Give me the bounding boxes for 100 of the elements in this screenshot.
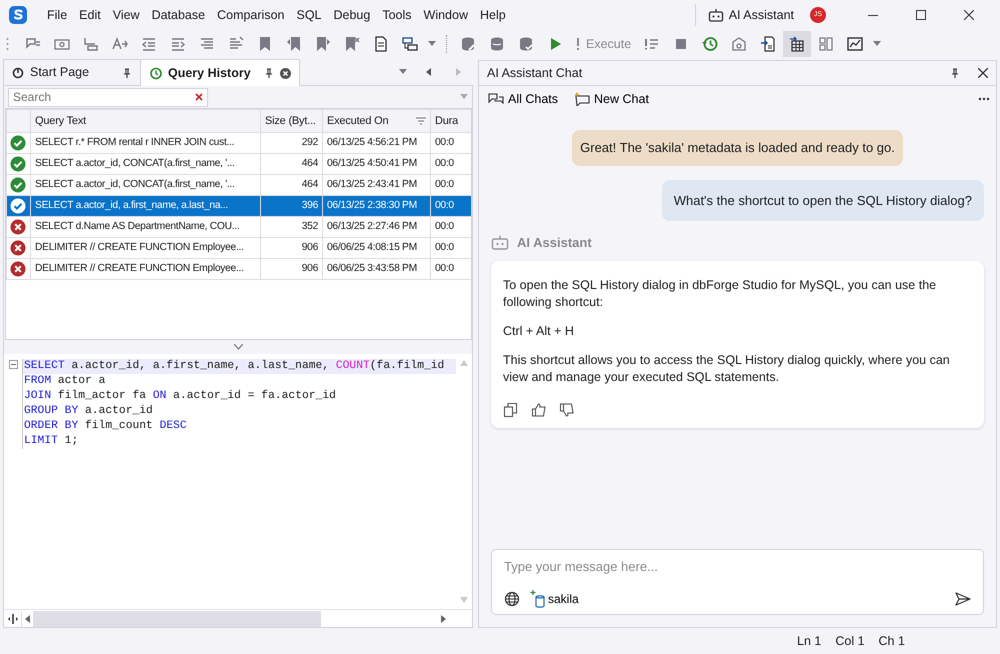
clear-icon [195, 92, 203, 100]
table-cell: 906 [260, 238, 322, 258]
sender-name: AI Assistant [517, 234, 592, 252]
message-field[interactable]: Type your message here... sakila [491, 549, 984, 615]
table-cell: 00:0 [430, 196, 471, 216]
column-header[interactable]: Executed On [322, 110, 430, 132]
pin-icon [950, 68, 960, 78]
pin-button[interactable] [950, 68, 960, 78]
table-cell: 464 [260, 154, 322, 174]
menu-item[interactable]: Comparison [212, 4, 290, 26]
left-arrow-icon [426, 68, 430, 76]
globe-icon [504, 591, 520, 607]
database-edit-icon [460, 36, 476, 52]
split-icon [8, 614, 18, 624]
more-button[interactable] [978, 97, 990, 101]
pin-icon [264, 68, 274, 78]
message-paragraph: To open the SQL History dialog in dbForge Studio for MySQL, you can use the following shortcut: [503, 276, 938, 310]
panel-title: AI Assistant Chat [487, 64, 584, 82]
column-header[interactable]: Size (Byt... [260, 110, 322, 132]
grid-layout-icon [818, 36, 834, 52]
error-icon [10, 218, 26, 235]
table-cell: 06/13/25 4:56:21 PM [322, 132, 430, 154]
history-row[interactable]: DELIMITER // CREATE FUNCTION Employee... 906 06/06/25 3:43:58 PM 00:0 [6, 258, 471, 280]
menu-item[interactable]: Debug [328, 4, 376, 26]
caret-icon [399, 69, 407, 75]
close-icon [964, 10, 974, 20]
app-logo [8, 5, 28, 25]
table-cell: 396 [260, 196, 322, 216]
close-tab-icon [280, 68, 291, 78]
toolbar-grip-icon [6, 37, 9, 51]
document-icon [373, 36, 389, 52]
user-message: What's the shortcut to open the SQL History dialog? [662, 180, 984, 221]
database-check-icon [518, 36, 534, 52]
menu-item[interactable]: View [108, 4, 145, 26]
scroll-right-icon [441, 614, 446, 622]
check-icon [10, 176, 26, 193]
menu-item[interactable]: Edit [74, 4, 106, 26]
table-cell: DELIMITER // CREATE FUNCTION Employee... [30, 258, 260, 280]
copy-button[interactable] [503, 402, 519, 418]
history-row[interactable]: DELIMITER // CREATE FUNCTION Employee... 906 06/06/25 4:08:15 PM 00:0 [6, 238, 471, 258]
chat-action-button[interactable]: New Chat [571, 88, 652, 110]
text-case-icon [112, 36, 128, 52]
code-line: ORDER BY film_count DESC [22, 419, 456, 434]
close-icon [978, 68, 988, 78]
menu-item[interactable]: File [42, 4, 72, 26]
execute-lines-icon [644, 36, 660, 52]
new-chat-icon [574, 92, 590, 106]
status-text: Col 1 [835, 632, 865, 650]
history-row[interactable]: SELECT a.actor_id, CONCAT(a.first_name, '... 464 06/13/25 4:50:41 PM 00:0 [6, 154, 471, 174]
chat-action-button[interactable]: All Chats [485, 88, 562, 110]
table-cell: 06/06/25 4:08:15 PM [322, 238, 430, 258]
history-row[interactable]: SELECT a.actor_id, a.first_name, a.last_na... 396 06/13/25 2:38:30 PM 00:0 [6, 196, 471, 216]
check-icon [10, 198, 26, 214]
column-header[interactable]: Dura [430, 110, 471, 132]
ai-assistant-button[interactable]: AI Assistant [704, 2, 798, 28]
scroll-up-icon [460, 360, 468, 366]
dropdown-caret-icon [460, 94, 468, 100]
scrollbar-thumb[interactable] [33, 610, 321, 626]
exclamation-icon [576, 37, 580, 51]
robot-icon [491, 234, 509, 252]
table-cell: 292 [260, 132, 322, 154]
thumbs-up-icon [531, 402, 547, 418]
scroll-down-icon [460, 597, 468, 603]
menu-item[interactable]: SQL [291, 4, 326, 26]
like-button[interactable] [531, 402, 547, 418]
bookmark-prev-icon [286, 36, 302, 52]
system-message: Great! The 'sakila' metadata is loaded and ready to go. [572, 130, 903, 166]
history-icon [702, 36, 718, 52]
history-row[interactable]: SELECT r.* FROM rental r INNER JOIN cust... 292 06/13/25 4:56:21 PM 00:0 [6, 132, 471, 154]
table-cell: SELECT d.Name AS DepartmentName, COU... [30, 216, 260, 238]
fold-icon [8, 360, 18, 369]
database-icon [489, 36, 505, 52]
code-line: FROM actor a [22, 374, 456, 389]
toolbar-button[interactable] [783, 31, 812, 57]
column-header[interactable]: Query Text [30, 110, 260, 132]
menu-item[interactable]: Window [418, 4, 473, 26]
dislike-button[interactable] [559, 402, 575, 418]
table-cell: SELECT a.actor_id, a.first_name, a.last_na... [30, 196, 260, 216]
close-panel-button[interactable] [978, 68, 988, 78]
clear-search-button[interactable] [195, 92, 203, 100]
bookmark-next-icon [315, 36, 331, 52]
message-paragraph: Ctrl + Alt + H [503, 322, 575, 340]
search-field[interactable]: Search [8, 88, 208, 106]
scroll-left-icon [25, 615, 30, 624]
history-row[interactable]: SELECT d.Name AS DepartmentName, COU... 352 06/13/25 2:27:46 PM 00:0 [6, 216, 471, 238]
menu-item[interactable]: Tools [377, 4, 417, 26]
document-arrow-icon [760, 36, 776, 52]
send-icon [955, 592, 971, 606]
menu-item[interactable]: Database [146, 4, 210, 26]
copy-icon [503, 402, 519, 418]
column-title: Executed On [327, 114, 388, 129]
web-search-button[interactable] [504, 591, 520, 607]
document-tab[interactable]: Query History [140, 59, 300, 86]
document-tab[interactable]: Start Page [3, 59, 141, 85]
menu-item[interactable]: Help [475, 4, 511, 26]
check-icon [10, 156, 26, 172]
collapse-caret-icon [234, 344, 242, 350]
pin-icon [122, 68, 132, 78]
send-button[interactable] [955, 592, 971, 606]
database-context-button[interactable]: sakila [530, 590, 579, 608]
